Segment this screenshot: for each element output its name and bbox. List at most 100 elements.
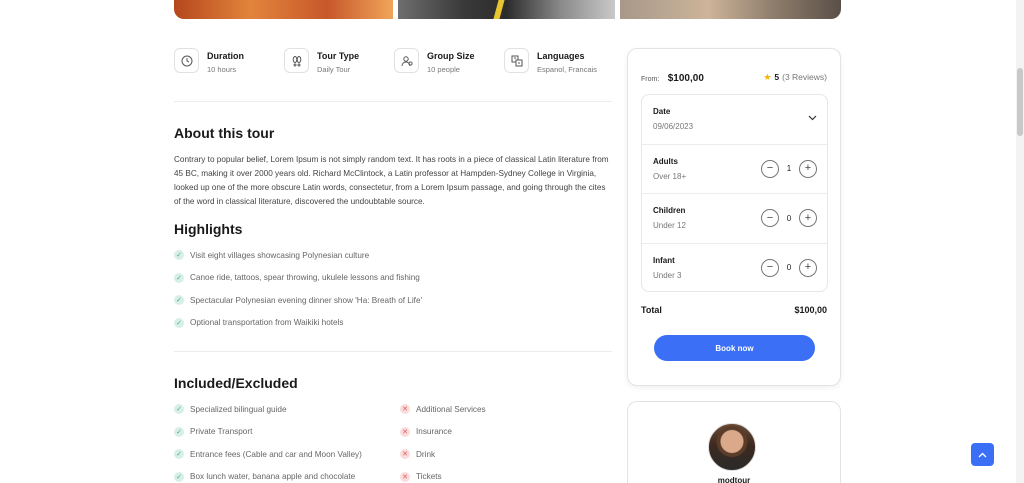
included-text: Private Transport (190, 427, 253, 437)
highlight-text: Visit eight villages showcasing Polynesi… (190, 250, 370, 260)
date-value: 09/06/2023 (653, 122, 694, 131)
list-item: ✕ Tickets (400, 466, 600, 483)
total-value: $100,00 (794, 305, 827, 315)
fact-title: Tour Type (317, 51, 360, 61)
gallery-image-1[interactable] (174, 0, 393, 19)
included-text: Entrance fees (Cable and car and Moon Va… (190, 449, 362, 459)
translate-icon (504, 48, 529, 73)
total-row: Total $100,00 (641, 305, 827, 315)
scrollbar-thumb[interactable] (1017, 68, 1023, 136)
list-item: ✕ Insurance (400, 421, 600, 444)
group-icon (394, 48, 419, 73)
check-icon: ✓ (174, 449, 184, 460)
excluded-text: Drink (416, 449, 436, 459)
infant-row: Infant Under 3 − 0 + (642, 244, 827, 294)
highlight-text: Canoe ride, tattoos, spear throwing, uku… (190, 273, 420, 283)
check-icon: ✓ (174, 404, 184, 415)
price-row: From: $100,00 ★ 5 (3 Reviews) (641, 68, 827, 86)
list-item: ✓ Specialized bilingual guide (174, 398, 394, 421)
list-item: ✓ Box lunch water, banana apple and choco… (174, 466, 394, 483)
fact-title: Group Size (427, 51, 475, 61)
highlights-heading: Highlights (174, 221, 243, 237)
about-heading: About this tour (174, 125, 275, 141)
gallery-image-2[interactable] (398, 0, 615, 19)
gallery-image-3[interactable] (620, 0, 841, 19)
highlights-list: ✓ Visit eight villages showcasing Polynes… (174, 244, 614, 334)
included-list: ✓ Specialized bilingual guide ✓ Private Tr… (174, 398, 394, 483)
rating-value: 5 (774, 72, 780, 82)
fact-value: Espanol, Francais (537, 65, 598, 74)
excluded-text: Tickets (416, 472, 442, 482)
included-text: Specialized bilingual guide (190, 404, 287, 414)
cross-icon: ✕ (400, 471, 410, 482)
check-icon: ✓ (174, 317, 184, 328)
adults-count: 1 (786, 164, 792, 173)
adults-stepper: − 1 + (761, 159, 817, 178)
highlight-text: Spectacular Polynesian evening dinner sh… (190, 295, 423, 305)
booking-options: Date 09/06/2023 Adults Over 18+ − 1 + Ch… (641, 94, 828, 292)
list-item: ✕ Additional Services (400, 398, 600, 421)
fact-title: Languages (537, 51, 585, 61)
clock-icon (174, 48, 199, 73)
infant-stepper: − 0 + (761, 258, 817, 277)
list-item: ✓ Visit eight villages showcasing Polynes… (174, 244, 614, 267)
fact-group-size: Group Size 10 people (394, 48, 504, 74)
from-label: From: (641, 76, 660, 83)
fact-title: Duration (207, 51, 244, 61)
footprints-icon (284, 48, 309, 73)
page-scrollbar[interactable] (1016, 0, 1024, 483)
excluded-text: Insurance (416, 427, 452, 437)
chevron-up-icon (978, 452, 987, 457)
avatar[interactable] (708, 423, 756, 471)
star-icon: ★ (763, 71, 772, 82)
children-row: Children Under 12 − 0 + (642, 194, 827, 244)
included-heading: Included/Excluded (174, 375, 298, 391)
host-card: modtour (627, 401, 841, 483)
minus-button[interactable]: − (761, 209, 779, 227)
list-item: ✓ Optional transportation from Waikiki ho… (174, 312, 614, 335)
fact-duration: Duration 10 hours (174, 48, 284, 74)
fact-tour-type: Tour Type Daily Tour (284, 48, 394, 74)
date-label: Date (653, 107, 671, 116)
cross-icon: ✕ (400, 449, 410, 460)
check-icon: ✓ (174, 471, 184, 482)
book-now-button[interactable]: Book now (654, 335, 815, 361)
tour-gallery (174, 0, 841, 19)
list-item: ✓ Spectacular Polynesian evening dinner s… (174, 289, 614, 312)
minus-button[interactable]: − (761, 258, 779, 277)
list-item: ✓ Canoe ride, tattoos, spear throwing, uk… (174, 267, 614, 290)
minus-button[interactable]: − (761, 159, 779, 178)
date-picker[interactable]: Date 09/06/2023 (642, 95, 827, 145)
host-name[interactable]: modtour (628, 476, 840, 483)
check-icon: ✓ (174, 426, 184, 437)
highlight-text: Optional transportation from Waikiki hot… (190, 318, 344, 328)
excluded-text: Additional Services (416, 404, 486, 414)
list-item: ✕ Drink (400, 443, 600, 466)
plus-button[interactable]: + (799, 258, 817, 277)
infant-count: 0 (786, 263, 792, 272)
check-icon: ✓ (174, 250, 184, 261)
plus-button[interactable]: + (799, 209, 817, 227)
included-text: Box lunch water, banana apple and chocol… (190, 472, 356, 482)
check-icon: ✓ (174, 272, 184, 283)
list-item: ✓ Entrance fees (Cable and car and Moon V… (174, 443, 394, 466)
total-label: Total (641, 305, 662, 315)
plus-button[interactable]: + (799, 159, 817, 178)
section-divider (174, 101, 612, 102)
cross-icon: ✕ (400, 404, 410, 415)
booking-card: From: $100,00 ★ 5 (3 Reviews) Date 09/06… (627, 48, 841, 386)
review-count[interactable]: (3 Reviews) (782, 72, 827, 82)
fact-value: Daily Tour (317, 65, 351, 74)
adults-row: Adults Over 18+ − 1 + (642, 145, 827, 194)
cross-icon: ✕ (400, 426, 410, 437)
chevron-down-icon[interactable] (808, 113, 817, 123)
tour-facts: Duration 10 hours Tour Type Daily Tour G… (174, 48, 614, 74)
excluded-list: ✕ Additional Services ✕ Insurance ✕ Drink ✕… (400, 398, 600, 483)
check-icon: ✓ (174, 295, 184, 306)
about-text: Contrary to popular belief, Lorem Ipsum … (174, 155, 609, 206)
list-item: ✓ Private Transport (174, 421, 394, 444)
rating: ★ 5 (3 Reviews) (763, 72, 827, 83)
fact-languages: Languages Espanol, Francais (504, 48, 614, 74)
scroll-to-top-button[interactable] (971, 443, 994, 466)
children-count: 0 (786, 213, 792, 223)
